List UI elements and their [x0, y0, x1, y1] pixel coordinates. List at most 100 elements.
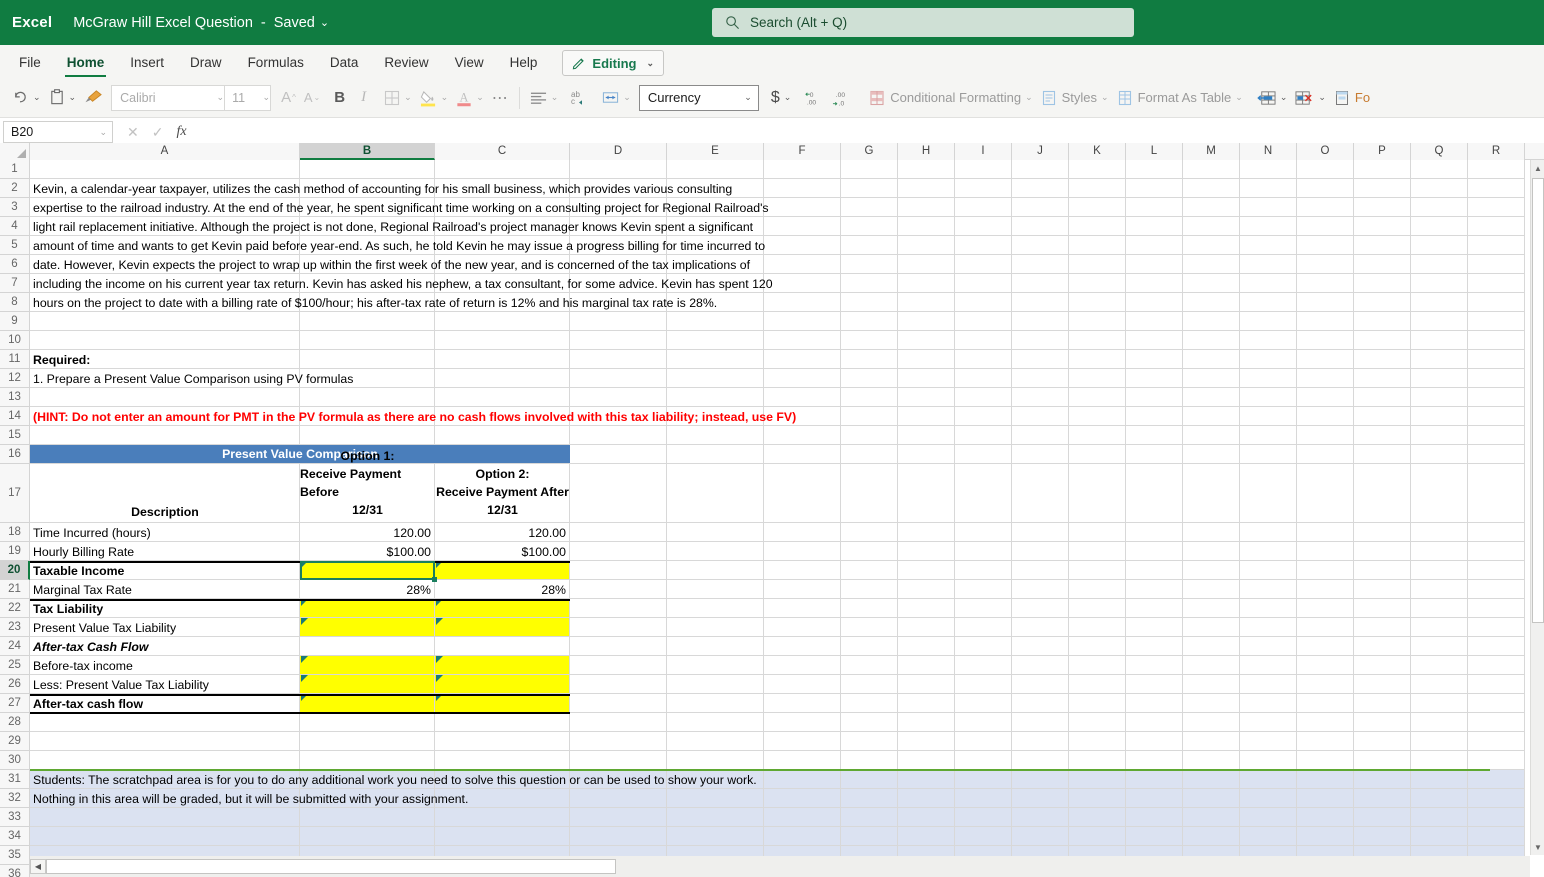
cell-A7[interactable] [30, 274, 300, 293]
cell-Q13[interactable] [1411, 388, 1468, 407]
cell-L6[interactable] [1126, 255, 1183, 274]
cell-P4[interactable] [1354, 217, 1411, 236]
cell-D15[interactable] [570, 426, 667, 445]
cell-B12[interactable] [300, 369, 435, 388]
cell-G22[interactable] [841, 599, 898, 618]
cell-J15[interactable] [1012, 426, 1069, 445]
cell-G9[interactable] [841, 312, 898, 331]
cell-I10[interactable] [955, 331, 1012, 350]
cell-M2[interactable] [1183, 179, 1240, 198]
cell-O2[interactable] [1297, 179, 1354, 198]
row-header-33[interactable]: 33 [0, 808, 30, 827]
cell-O24[interactable] [1297, 637, 1354, 656]
column-header-h[interactable]: H [898, 143, 955, 160]
cell-B13[interactable] [300, 388, 435, 407]
cell-F13[interactable] [764, 388, 841, 407]
cell-F18[interactable] [764, 523, 841, 542]
cell-N28[interactable] [1240, 713, 1297, 732]
cell-O27[interactable] [1297, 694, 1354, 713]
cell-E31[interactable] [667, 770, 764, 789]
cell-M12[interactable] [1183, 369, 1240, 388]
cell-H32[interactable] [898, 789, 955, 808]
cell-H9[interactable] [898, 312, 955, 331]
cell-P29[interactable] [1354, 732, 1411, 751]
cell-C1[interactable] [435, 160, 570, 179]
cell-D3[interactable] [570, 198, 667, 217]
cell-F33[interactable] [764, 808, 841, 827]
row-header-6[interactable]: 6 [0, 255, 30, 274]
cell-C3[interactable] [435, 198, 570, 217]
cell-R9[interactable] [1468, 312, 1525, 331]
cell-M1[interactable] [1183, 160, 1240, 179]
cell-K20[interactable] [1069, 561, 1126, 580]
cell-A1[interactable] [30, 160, 300, 179]
cell-F8[interactable] [764, 293, 841, 312]
cell-J9[interactable] [1012, 312, 1069, 331]
cell-J29[interactable] [1012, 732, 1069, 751]
cell-G25[interactable] [841, 656, 898, 675]
undo-button[interactable]: ⌄ [8, 82, 45, 114]
cell-D23[interactable] [570, 618, 667, 637]
cell-L13[interactable] [1126, 388, 1183, 407]
cell-D9[interactable] [570, 312, 667, 331]
cell-P1[interactable] [1354, 160, 1411, 179]
cell-P6[interactable] [1354, 255, 1411, 274]
cell-H30[interactable] [898, 751, 955, 770]
cell-Q34[interactable] [1411, 827, 1468, 846]
cell-R14[interactable] [1468, 407, 1525, 426]
cell-H22[interactable] [898, 599, 955, 618]
cell-C13[interactable] [435, 388, 570, 407]
cell-P13[interactable] [1354, 388, 1411, 407]
cell-L19[interactable] [1126, 542, 1183, 561]
cell-O25[interactable] [1297, 656, 1354, 675]
cell-F6[interactable] [764, 255, 841, 274]
cell-L5[interactable] [1126, 236, 1183, 255]
cell-P24[interactable] [1354, 637, 1411, 656]
row-header-13[interactable]: 13 [0, 388, 30, 407]
cell-A34[interactable] [30, 827, 300, 846]
cell-D17[interactable] [570, 464, 667, 523]
cell-M23[interactable] [1183, 618, 1240, 637]
cell-E19[interactable] [667, 542, 764, 561]
cell-D11[interactable] [570, 350, 667, 369]
cell-H20[interactable] [898, 561, 955, 580]
cell-R2[interactable] [1468, 179, 1525, 198]
cell-R16[interactable] [1468, 445, 1525, 464]
row-header-24[interactable]: 24 [0, 637, 30, 656]
cell-I3[interactable] [955, 198, 1012, 217]
cell-Q26[interactable] [1411, 675, 1468, 694]
cell-P8[interactable] [1354, 293, 1411, 312]
vertical-scrollbar[interactable]: ▲ ▼ [1530, 160, 1544, 855]
cell-E8[interactable] [667, 293, 764, 312]
cell-D25[interactable] [570, 656, 667, 675]
cell-O19[interactable] [1297, 542, 1354, 561]
cell-L3[interactable] [1126, 198, 1183, 217]
cell-J25[interactable] [1012, 656, 1069, 675]
cell-E6[interactable] [667, 255, 764, 274]
cell-Q15[interactable] [1411, 426, 1468, 445]
cell-M27[interactable] [1183, 694, 1240, 713]
cell-R8[interactable] [1468, 293, 1525, 312]
cell-E30[interactable] [667, 751, 764, 770]
row-header-20[interactable]: 20 [0, 561, 30, 580]
cell-D5[interactable] [570, 236, 667, 255]
cell-P23[interactable] [1354, 618, 1411, 637]
cell-D7[interactable] [570, 274, 667, 293]
cell-M20[interactable] [1183, 561, 1240, 580]
cell-L27[interactable] [1126, 694, 1183, 713]
cell-N7[interactable] [1240, 274, 1297, 293]
cell-K29[interactable] [1069, 732, 1126, 751]
cell-D13[interactable] [570, 388, 667, 407]
column-header-g[interactable]: G [841, 143, 898, 160]
cell-R12[interactable] [1468, 369, 1525, 388]
cell-P27[interactable] [1354, 694, 1411, 713]
cell-B11[interactable] [300, 350, 435, 369]
cell-F31[interactable] [764, 770, 841, 789]
cell-H10[interactable] [898, 331, 955, 350]
tab-view[interactable]: View [442, 47, 497, 78]
cell-K8[interactable] [1069, 293, 1126, 312]
insert-function-icon[interactable]: fx [176, 124, 186, 140]
cell-D4[interactable] [570, 217, 667, 236]
cell-O28[interactable] [1297, 713, 1354, 732]
search-box[interactable]: Search (Alt + Q) [712, 8, 1134, 37]
